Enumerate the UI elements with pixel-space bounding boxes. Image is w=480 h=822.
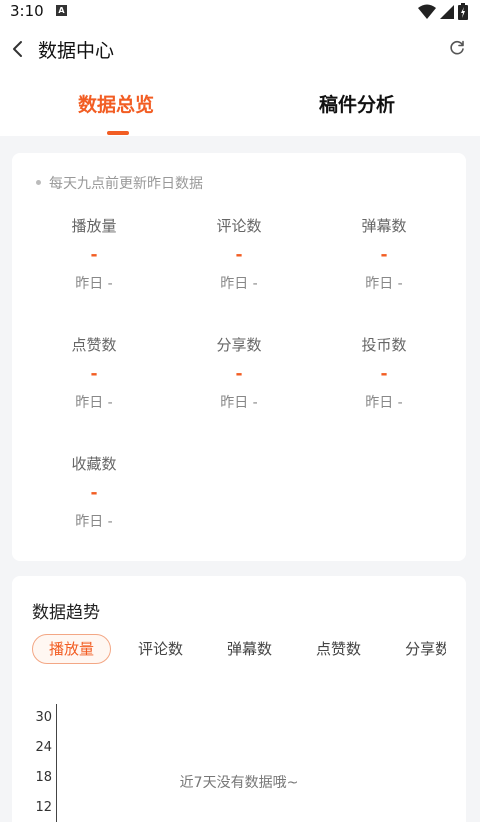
status-bar: 3:10 A (0, 0, 480, 24)
trend-card: 数据趋势 播放量 评论数 弹幕数 点赞数 分享数 30 24 18 12 近7天没有数据… (12, 576, 466, 822)
metric-label: 播放量 (71, 217, 117, 235)
overview-card: 每天九点前更新昨日数据 播放量 - 昨日 - 评论数 - 昨日 - 弹幕数 - … (12, 153, 466, 561)
y-tick-label: 24 (35, 740, 52, 755)
battery-icon (458, 3, 468, 20)
metric-label: 分享数 (216, 336, 262, 354)
metric-label: 收藏数 (71, 455, 117, 473)
update-note: 每天九点前更新昨日数据 (36, 173, 203, 193)
notification-icon: A (56, 5, 67, 16)
metric-value: - (235, 245, 243, 265)
chip-comments[interactable]: 评论数 (121, 634, 200, 664)
metric-yesterday: 昨日 - (365, 395, 403, 411)
page-title: 数据中心 (38, 40, 115, 62)
app-header: 数据中心 数据总览 稿件分析 (0, 24, 480, 136)
metric-label: 点赞数 (71, 336, 117, 354)
metric-value: - (90, 364, 98, 384)
status-time: 3:10 (10, 2, 44, 20)
metric-shares[interactable]: 分享数 - 昨日 - (169, 334, 309, 412)
metric-value: - (90, 483, 98, 503)
metric-yesterday: 昨日 - (220, 276, 258, 292)
metric-plays[interactable]: 播放量 - 昨日 - (24, 215, 164, 293)
tab-indicator (107, 131, 129, 135)
metric-yesterday: 昨日 - (365, 276, 403, 292)
empty-state-text: 近7天没有数据哦~ (179, 775, 299, 791)
signal-icon (440, 4, 454, 19)
chip-plays[interactable]: 播放量 (32, 634, 112, 664)
metric-likes[interactable]: 点赞数 - 昨日 - (24, 334, 164, 412)
update-note-text: 每天九点前更新昨日数据 (49, 176, 203, 192)
trend-title: 数据趋势 (32, 603, 100, 623)
chart-y-axis (56, 704, 57, 822)
metric-yesterday: 昨日 - (75, 395, 113, 411)
y-tick-label: 12 (35, 800, 52, 815)
tab-manuscript-analysis[interactable]: 稿件分析 (319, 90, 395, 117)
refresh-icon[interactable] (448, 39, 466, 57)
tab-data-overview[interactable]: 数据总览 (78, 90, 154, 117)
y-tick-label: 30 (35, 710, 52, 725)
metric-value: - (235, 364, 243, 384)
metric-value: - (380, 245, 388, 265)
chip-shares[interactable]: 分享数 (388, 634, 446, 664)
metric-favorites[interactable]: 收藏数 - 昨日 - (24, 453, 164, 531)
status-icons (418, 3, 468, 20)
metric-yesterday: 昨日 - (220, 395, 258, 411)
back-icon[interactable] (8, 37, 30, 61)
metric-yesterday: 昨日 - (75, 514, 113, 530)
metric-comments[interactable]: 评论数 - 昨日 - (169, 215, 309, 293)
metric-value: - (90, 245, 98, 265)
metric-filter-chips: 播放量 评论数 弹幕数 点赞数 分享数 (32, 634, 446, 668)
metric-danmaku[interactable]: 弹幕数 - 昨日 - (314, 215, 454, 293)
metric-yesterday: 昨日 - (75, 276, 113, 292)
metric-label: 评论数 (216, 217, 262, 235)
metric-value: - (380, 364, 388, 384)
wifi-icon (418, 4, 436, 19)
bullet-icon (36, 179, 41, 185)
metric-label: 弹幕数 (361, 217, 407, 235)
metric-coins[interactable]: 投币数 - 昨日 - (314, 334, 454, 412)
metric-label: 投币数 (361, 336, 407, 354)
chip-likes[interactable]: 点赞数 (299, 634, 378, 664)
chip-danmaku[interactable]: 弹幕数 (210, 634, 289, 664)
